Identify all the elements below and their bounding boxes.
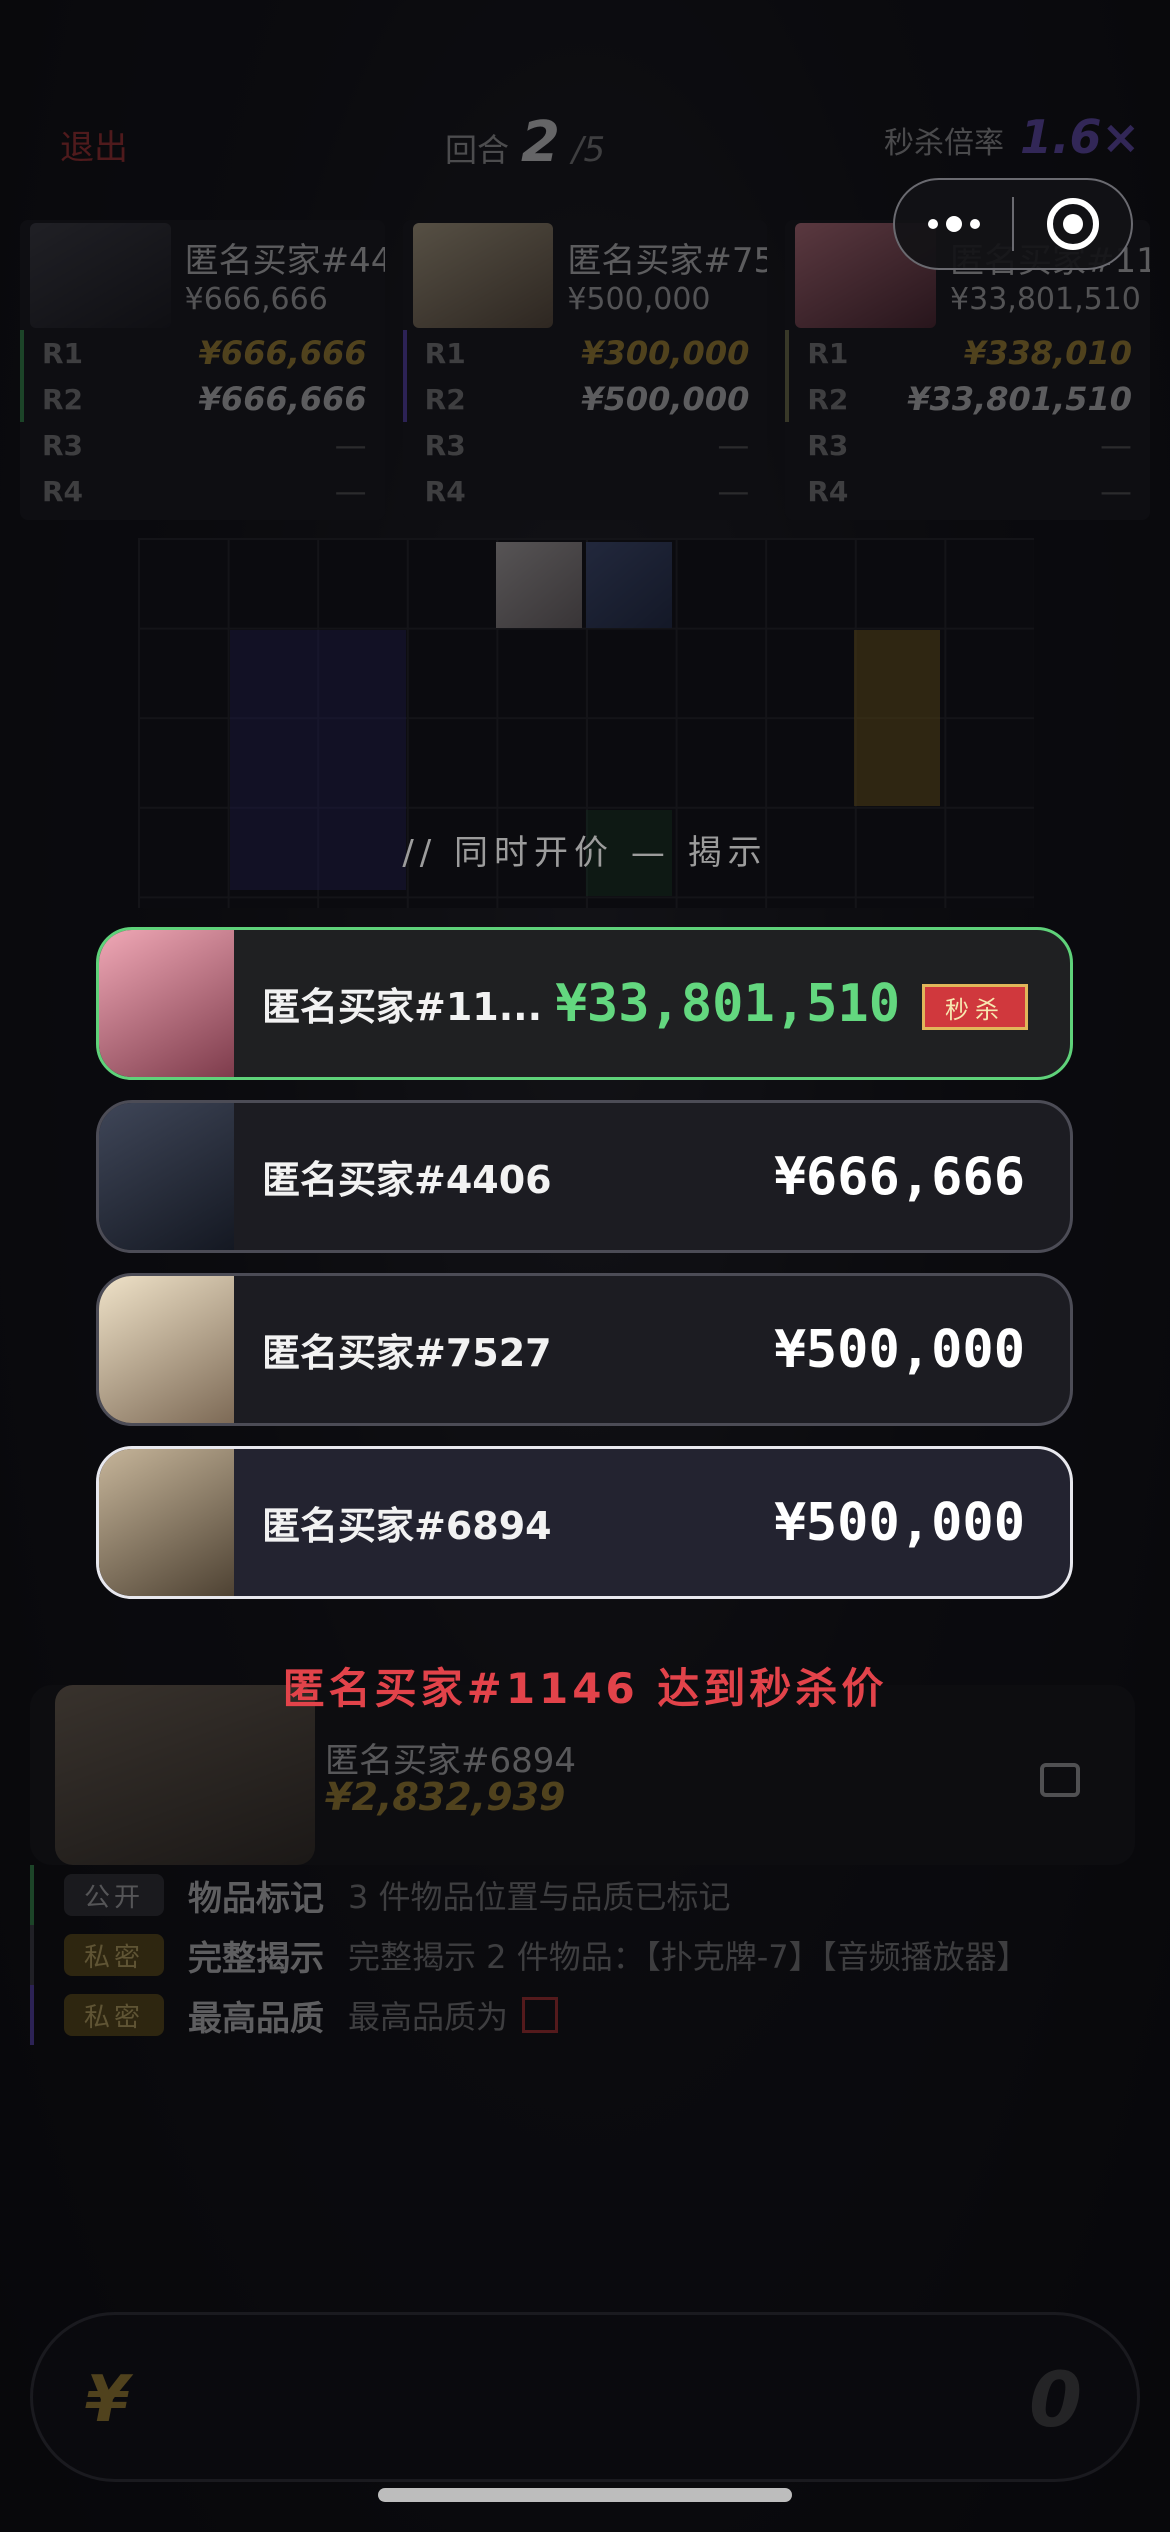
bid-row-self[interactable]: 匿名买家#6894 ¥500,000 bbox=[96, 1446, 1073, 1599]
multiplier-indicator: 秒杀倍率 1.6× bbox=[884, 110, 1140, 164]
bidder-name: 匿名买家#7527 bbox=[262, 1331, 552, 1375]
round-row: R1 ¥300,000 bbox=[402, 330, 768, 376]
visibility-tag: 私密 bbox=[64, 1994, 164, 2036]
quality-swatch bbox=[522, 1997, 559, 2033]
bid-row[interactable]: 匿名买家#4406 ¥666,666 bbox=[96, 1100, 1073, 1253]
visibility-tag: 公开 bbox=[64, 1874, 164, 1916]
bid-amount: ¥33,801,510 bbox=[555, 974, 900, 1034]
playing-card-item[interactable] bbox=[496, 542, 582, 628]
hint-title: 完整揭示 bbox=[188, 1938, 324, 1979]
round-row: R2 ¥666,666 bbox=[20, 376, 385, 422]
round-row: R2 ¥33,801,510 bbox=[785, 376, 1150, 422]
player-name: 匿名买家#7527 bbox=[567, 241, 768, 281]
bidder-name: 匿名买家#11... bbox=[262, 985, 543, 1029]
chat-bubble-icon[interactable] bbox=[1040, 1763, 1080, 1797]
player-card[interactable]: 匿名买家#4406 ¥666,666 R1¥666,666 R2¥666,666… bbox=[20, 220, 385, 520]
avatar bbox=[412, 222, 554, 328]
bid-reveal-list: 匿名买家#11... ¥33,801,510 秒杀 匿名买家#4406 ¥666… bbox=[96, 927, 1073, 1619]
round-row: R3— bbox=[42, 426, 367, 464]
player-amount: ¥33,801,510 bbox=[950, 282, 1141, 317]
bid-amount: ¥500,000 bbox=[774, 1320, 1025, 1380]
player-amount: ¥500,000 bbox=[567, 282, 711, 317]
player-card[interactable]: 匿名买家#7527 ¥500,000 R1¥300,000 R2¥500,000… bbox=[402, 220, 768, 520]
hint-title: 物品标记 bbox=[188, 1878, 324, 1919]
bid-input-value: 0 bbox=[1029, 2355, 1082, 2444]
avatar bbox=[99, 1103, 234, 1250]
bid-amount: ¥666,666 bbox=[774, 1147, 1025, 1207]
round-current: 2 bbox=[521, 110, 560, 175]
visibility-tag: 私密 bbox=[64, 1934, 164, 1976]
bid-amount: ¥500,000 bbox=[774, 1493, 1025, 1553]
round-row: R3— bbox=[424, 426, 750, 464]
bid-input[interactable]: ¥ 0 bbox=[30, 2312, 1140, 2482]
bid-row-winner[interactable]: 匿名买家#11... ¥33,801,510 秒杀 bbox=[96, 927, 1073, 1080]
target-close-icon[interactable] bbox=[1014, 198, 1131, 250]
round-row: R2 ¥500,000 bbox=[402, 376, 768, 422]
exit-button[interactable]: 退出 bbox=[60, 120, 128, 169]
round-row: R4— bbox=[424, 472, 750, 510]
bidder-name: 匿名买家#4406 bbox=[262, 1158, 552, 1202]
hint-description: 3 件物品位置与品质已标记 bbox=[348, 1878, 731, 1916]
avatar bbox=[99, 930, 234, 1077]
hint-list: 公开 物品标记 3 件物品位置与品质已标记 私密 完整揭示 完整揭示 2 件物品… bbox=[30, 1865, 1130, 2045]
bid-row[interactable]: 匿名买家#7527 ¥500,000 bbox=[96, 1273, 1073, 1426]
hint-description: 最高品质为 bbox=[348, 1992, 559, 2038]
round-row: R4— bbox=[42, 472, 367, 510]
more-dots-icon[interactable] bbox=[895, 216, 1012, 232]
player-amount: ¥666,666 bbox=[184, 282, 328, 317]
flash-kill-notice: 匿名买家#1146 达到秒杀价 bbox=[282, 1664, 888, 1713]
hint-description: 完整揭示 2 件物品：【扑克牌-7】【音频播放器】 bbox=[348, 1938, 1029, 1976]
round-row: R1 ¥338,010 bbox=[785, 330, 1150, 376]
flash-kill-badge: 秒杀 bbox=[922, 984, 1028, 1030]
hint-row: 私密 完整揭示 完整揭示 2 件物品：【扑克牌-7】【音频播放器】 bbox=[30, 1925, 1130, 1985]
player-name: 匿名买家#4406 bbox=[184, 241, 385, 281]
hint-title: 最高品质 bbox=[188, 1998, 324, 2039]
bidder-name: 匿名买家#6894 bbox=[262, 1504, 552, 1548]
hint-row: 公开 物品标记 3 件物品位置与品质已标记 bbox=[30, 1865, 1130, 1925]
avatar bbox=[99, 1276, 234, 1423]
avatar bbox=[30, 222, 171, 328]
round-label: 回合 bbox=[445, 131, 510, 169]
audio-player-item[interactable] bbox=[586, 542, 672, 628]
reveal-caption: // 同时开价 — 揭示 bbox=[402, 833, 768, 873]
item-marker bbox=[854, 630, 940, 806]
home-indicator[interactable] bbox=[378, 2488, 792, 2502]
self-amount: ¥2,832,939 bbox=[325, 1775, 566, 1819]
round-row: R4— bbox=[807, 472, 1133, 510]
top-bar: 退出 回合 2 /5 秒杀倍率 1.6× bbox=[0, 110, 1170, 180]
currency-symbol: ¥ bbox=[85, 2363, 130, 2437]
avatar bbox=[99, 1449, 234, 1596]
multiplier-label: 秒杀倍率 bbox=[883, 126, 1004, 161]
round-indicator: 回合 2 /5 bbox=[445, 110, 605, 175]
round-total: /5 bbox=[571, 130, 606, 170]
hint-row: 私密 最高品质 最高品质为 bbox=[30, 1985, 1130, 2045]
miniprogram-capsule bbox=[893, 178, 1133, 270]
round-row: R1 ¥666,666 bbox=[20, 330, 385, 376]
round-row: R3— bbox=[807, 426, 1133, 464]
multiplier-value: 1.6× bbox=[1019, 110, 1140, 164]
